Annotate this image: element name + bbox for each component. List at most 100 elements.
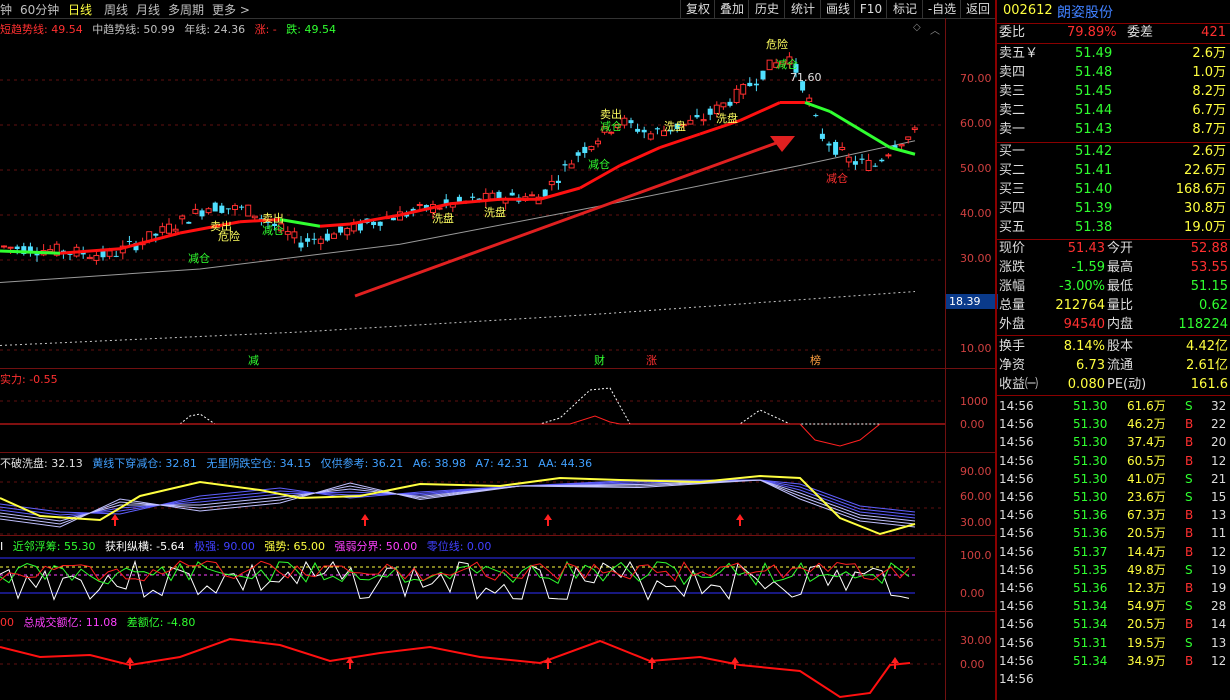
tick-time: 14:56 xyxy=(999,599,1034,614)
tick-row: 14:56 51.30 37.4万 B 20 xyxy=(997,433,1230,451)
tick-row: 14:56 51.30 61.6万 S 32 xyxy=(997,397,1230,415)
mid-trend-line xyxy=(0,140,916,283)
trend-arrow xyxy=(354,136,791,298)
marker-finance: 财 xyxy=(594,353,605,367)
axis-divider xyxy=(945,18,946,700)
asks-row: 卖二 51.44 6.7万 xyxy=(997,102,1230,120)
stock-header[interactable]: 002612 朗姿股份 xyxy=(997,0,1230,22)
tick-side: S xyxy=(1185,599,1193,614)
stat-label: 净资 xyxy=(999,358,1026,373)
stat-row: 外盘 94540 内盘 118224 xyxy=(997,316,1230,334)
bids-row: 买五 51.38 19.0万 xyxy=(997,219,1230,237)
toolbar-draw-button[interactable]: 画线 xyxy=(820,0,855,18)
period-multi[interactable]: 多周期 xyxy=(168,1,204,18)
book-label: 卖三 xyxy=(999,84,1026,99)
tick-volume: 12.3万 xyxy=(1127,581,1166,595)
marker-reduce: 减 xyxy=(248,354,259,367)
tick-count: 14 xyxy=(1211,617,1227,632)
stat-label: 流通 xyxy=(1107,358,1134,373)
stat-label: 收益㈠ xyxy=(999,377,1039,392)
order-ratio-row: 委比 79.89% 委差 421 xyxy=(999,25,1226,40)
tick-row: 14:56 51.30 46.2万 B 22 xyxy=(997,415,1230,433)
tick-time: 14:56 xyxy=(999,417,1034,432)
toolbar-adjust-button[interactable]: 复权 xyxy=(680,0,715,18)
tick-volume: 14.4万 xyxy=(1127,544,1166,559)
book-label: 卖五￥ xyxy=(999,46,1039,61)
book-label: 买一 xyxy=(999,144,1026,159)
stat-row: 现价 51.43 今开 52.88 xyxy=(997,240,1230,258)
stat-value: 53.55 xyxy=(1190,260,1228,275)
period-daily[interactable]: 日线 xyxy=(68,1,92,18)
tick-side: S xyxy=(1185,635,1193,650)
toolbar-mark-button[interactable]: 标记 xyxy=(886,0,923,18)
toolbar-overlay-button[interactable]: 叠加 xyxy=(714,0,749,18)
year-line xyxy=(0,291,916,346)
book-label: 卖二 xyxy=(999,103,1026,118)
tick-volume: 60.5万 xyxy=(1127,453,1166,468)
bids-row: 买二 51.41 22.6万 xyxy=(997,162,1230,180)
tick-price: 51.31 xyxy=(1073,635,1108,650)
stat-label: PE(动) xyxy=(1107,377,1147,392)
tick-count: 22 xyxy=(1211,417,1227,432)
tick-row: 14:56 xyxy=(997,670,1230,688)
tick-side: B xyxy=(1185,544,1194,559)
book-volume: 22.6万 xyxy=(1184,163,1226,178)
period-weekly[interactable]: 周线 xyxy=(104,1,128,18)
tick-row: 14:56 51.34 34.9万 B 12 xyxy=(997,652,1230,670)
stat-label: 总量 xyxy=(999,298,1026,313)
price-tag: 18.39 xyxy=(946,294,998,309)
period-more[interactable]: 更多 > xyxy=(212,1,250,18)
stat-value: 161.6 xyxy=(1190,377,1228,392)
book-label: 买五 xyxy=(999,220,1026,235)
book-volume: 8.2万 xyxy=(1192,84,1226,99)
stat-label: 内盘 xyxy=(1107,317,1134,332)
marker-rise: 涨 xyxy=(646,354,657,367)
reduce-label-3: 减仓 xyxy=(588,157,610,171)
toolbar-back-button[interactable]: 返回 xyxy=(960,0,995,18)
book-price: 51.48 xyxy=(1075,65,1113,80)
chip-indicator-chart xyxy=(0,557,915,601)
high-label: 71.60 xyxy=(790,71,822,84)
period-minute[interactable]: 钟 xyxy=(0,1,12,18)
book-label: 买二 xyxy=(999,163,1026,178)
sell-label-1: 卖出 xyxy=(600,107,622,121)
tick-price: 51.35 xyxy=(1073,562,1108,577)
collapse-diamond-icon[interactable]: ◇ xyxy=(913,22,921,33)
tick-count: 12 xyxy=(1211,544,1227,559)
reduce-label-5: 减仓 xyxy=(188,251,210,265)
stat-label: 现价 xyxy=(999,241,1026,256)
chevron-up-icon[interactable]: ︿ xyxy=(930,22,940,37)
panel-separator xyxy=(0,452,995,453)
book-label: 买四 xyxy=(999,201,1026,216)
toolbar-watchlist-button[interactable]: -自选 xyxy=(922,0,961,18)
panel4-axis-100: 100.0 xyxy=(960,549,992,562)
toolbar-f10-button[interactable]: F10 xyxy=(854,0,887,18)
tick-time: 14:56 xyxy=(999,435,1034,450)
tick-price: 51.36 xyxy=(1073,526,1108,541)
book-volume: 2.6万 xyxy=(1192,46,1226,61)
stat-value: 52.88 xyxy=(1190,241,1228,256)
panel-separator xyxy=(0,611,995,612)
tick-side: B xyxy=(1185,581,1194,595)
book-price: 51.39 xyxy=(1075,201,1113,216)
period-60min[interactable]: 60分钟 xyxy=(20,1,59,18)
panel-separator xyxy=(0,535,995,536)
tick-volume: 37.4万 xyxy=(1127,435,1166,450)
tick-time: 14:56 xyxy=(999,399,1034,413)
stat-label: 股本 xyxy=(1107,339,1134,354)
legend-year-line: 年线: 24.36 xyxy=(184,23,246,36)
tick-volume: 49.8万 xyxy=(1127,562,1166,577)
tick-row: 14:56 51.34 20.5万 B 14 xyxy=(997,615,1230,633)
tick-side: S xyxy=(1185,471,1193,486)
tick-volume: 54.9万 xyxy=(1127,599,1166,614)
tick-price: 51.30 xyxy=(1073,453,1108,468)
toolbar-stats-button[interactable]: 统计 xyxy=(784,0,821,18)
book-price: 51.44 xyxy=(1075,103,1113,118)
tick-volume: 20.5万 xyxy=(1127,617,1166,632)
period-monthly[interactable]: 月线 xyxy=(136,1,160,18)
stat-value: 212764 xyxy=(1055,298,1105,313)
tick-row: 14:56 51.30 23.6万 S 15 xyxy=(997,488,1230,506)
candlestick-chart[interactable]: 71.60 危险 减仓 卖出 减仓 减仓 洗盘 洗盘 洗盘 洗盘 卖出 减仓 卖… xyxy=(0,36,945,368)
toolbar-history-button[interactable]: 历史 xyxy=(748,0,785,18)
tick-side: B xyxy=(1185,653,1194,668)
